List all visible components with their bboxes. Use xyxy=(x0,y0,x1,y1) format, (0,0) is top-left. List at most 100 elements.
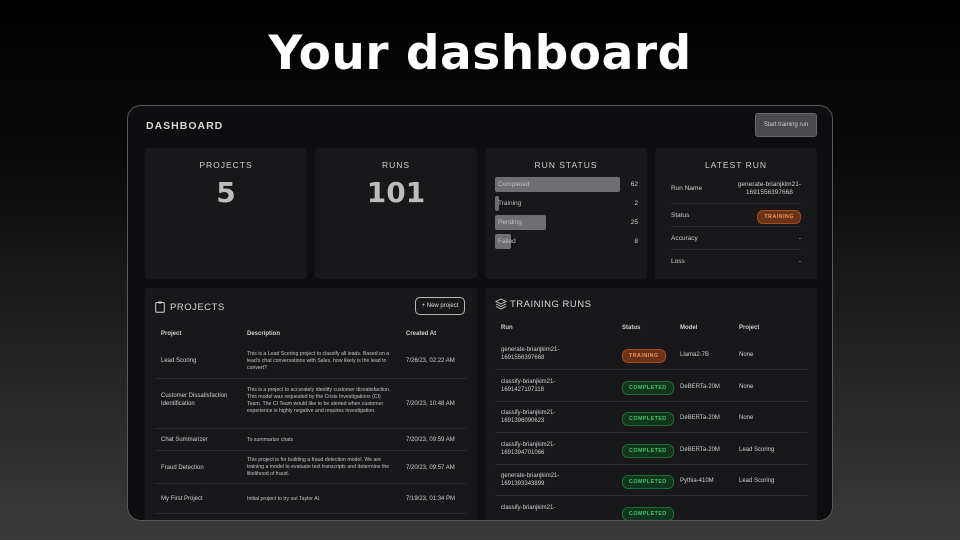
project-created-at: 7/20/23, 09:57 AM xyxy=(406,464,455,471)
runs-stat-label: RUNS xyxy=(381,160,411,170)
run-status-card: RUN STATUS Completed 62 Training 2 Pending 25… xyxy=(485,148,647,279)
project-created-at: 7/20/23, 09:59 AM xyxy=(406,437,455,443)
projects-card: PROJECTS + New project Project Descripti… xyxy=(145,288,477,520)
projects-stat-label: PROJECTS xyxy=(199,160,253,170)
project-created-at: 7/19/23, 01:34 PM xyxy=(406,496,456,502)
run-model: DeBERTa-20M xyxy=(680,415,720,421)
run-status-name: Failed xyxy=(498,238,516,245)
project-row[interactable]: Customer Dissatisfaction Identification T… xyxy=(155,379,467,429)
latest-run-name-key: Run Name xyxy=(671,185,703,192)
run-status-name: Pending xyxy=(498,219,522,226)
project-name: Chat Summarizer xyxy=(161,437,208,443)
run-status-title: RUN STATUS xyxy=(534,160,598,170)
project-created-at: 7/20/23, 10:48 AM xyxy=(406,401,455,407)
project-description: To summarize chats xyxy=(247,436,294,443)
run-status-row-failed: Failed 8 xyxy=(495,234,638,249)
run-status-badge: COMPLETED xyxy=(622,475,674,489)
runs-header-run: Run xyxy=(501,325,513,331)
run-status-name: Training xyxy=(498,200,522,207)
latest-run-loss-value: - xyxy=(798,258,801,265)
run-status-badge: TRAINING xyxy=(622,349,666,363)
latest-run-accuracy-value: - xyxy=(798,235,801,242)
run-name: classify-brianjkim21- 1691396090623 xyxy=(501,410,556,424)
run-model: Pythia-410M xyxy=(680,478,714,484)
latest-run-name-row: Run Name generate-brianjkim21- 169155639… xyxy=(671,176,801,204)
training-run-row[interactable]: classify-brianjkim21- COMPLETED xyxy=(495,497,807,520)
project-description: This is a project to accurately identify… xyxy=(247,386,391,414)
project-row[interactable]: Chat Summarizer To summarize chats 7/20/23… xyxy=(155,429,467,451)
run-status-count: 62 xyxy=(630,181,638,188)
run-project: None xyxy=(739,352,754,358)
start-training-run-button[interactable]: Start training run xyxy=(755,113,817,137)
latest-run-status-badge: TRAINING xyxy=(757,210,801,224)
run-name: generate-brianjkim21- 1691393343899 xyxy=(501,473,560,487)
runs-header-status: Status xyxy=(622,325,641,331)
run-model: DeBERTa-20M xyxy=(680,446,720,453)
run-name: classify-brianjkim21- 1691427107118 xyxy=(501,378,556,393)
projects-header-created: Created At xyxy=(406,331,437,337)
run-status-row-pending: Pending 25 xyxy=(495,215,638,230)
projects-header-description: Description xyxy=(247,331,281,337)
training-run-row[interactable]: generate-brianjkim21- 1691393343899 COMPL… xyxy=(495,465,807,496)
project-name: My First Project xyxy=(161,496,203,502)
latest-run-status-row: Status TRAINING xyxy=(671,204,801,227)
training-run-row[interactable]: generate-brianjkim21- 1691556397668 TRAIN… xyxy=(495,339,807,370)
project-name: Fraud Detection xyxy=(161,464,204,471)
latest-run-card: LATEST RUN Run Name generate-brianjkim21… xyxy=(655,148,817,279)
projects-header-project: Project xyxy=(161,331,182,337)
run-status-count: 2 xyxy=(634,200,638,207)
run-status-row-completed: Completed 62 xyxy=(495,177,638,192)
project-description: This is a Lead Scoring project to classi… xyxy=(247,350,390,371)
run-project: None xyxy=(739,383,754,390)
page-headline: Your dashboard xyxy=(268,26,692,81)
run-status-count: 8 xyxy=(634,238,638,245)
run-project: None xyxy=(739,415,754,421)
project-name: Customer Dissatisfaction Identification xyxy=(161,393,228,407)
training-run-row[interactable]: classify-brianjkim21- 1691396090623 COMPL… xyxy=(495,402,807,433)
run-status-badge: COMPLETED xyxy=(622,443,674,458)
project-description: This project is for building a fraud det… xyxy=(247,457,390,477)
latest-run-accuracy-row: Accuracy - xyxy=(671,227,801,250)
projects-stat-card: PROJECTS 5 xyxy=(145,148,307,279)
runs-header-project: Project xyxy=(739,325,760,331)
project-row[interactable]: My First Project Initial project to try o… xyxy=(155,484,467,514)
training-run-row[interactable]: classify-brianjkim21- 1691394701066 COMPL… xyxy=(495,434,807,465)
project-description: Initial project to try out Taylor AI. xyxy=(247,495,321,502)
run-project: Lead Scoring xyxy=(739,446,775,453)
dashboard-window: DASHBOARD Start training run PROJECTS 5 … xyxy=(127,105,833,521)
run-name: generate-brianjkim21- 1691556397668 xyxy=(501,347,560,361)
run-status-badge: COMPLETED xyxy=(622,506,674,520)
run-status-badge: COMPLETED xyxy=(622,412,674,426)
latest-run-status-key: Status xyxy=(671,212,690,219)
latest-run-loss-key: Loss xyxy=(671,258,685,265)
project-row[interactable]: Lead Scoring This is a Lead Scoring proje… xyxy=(155,343,467,379)
run-status-count: 25 xyxy=(630,219,638,226)
project-row[interactable]: Fraud Detection This project is for build… xyxy=(155,451,467,484)
latest-run-loss-row: Loss - xyxy=(671,250,801,273)
layers-icon xyxy=(494,297,508,315)
projects-title: PROJECTS xyxy=(170,302,225,313)
run-project: Lead Scoring xyxy=(739,478,775,484)
latest-run-accuracy-key: Accuracy xyxy=(671,235,698,242)
run-status-badge: COMPLETED xyxy=(622,380,674,395)
latest-run-title: LATEST RUN xyxy=(704,160,768,170)
run-name: classify-brianjkim21- 1691394701066 xyxy=(501,441,556,456)
run-status-name: Completed xyxy=(498,181,530,188)
runs-stat-card: RUNS 101 xyxy=(315,148,477,279)
run-name: classify-brianjkim21- xyxy=(501,504,556,511)
latest-run-name-value: generate-brianjkim21- 1691556397668 xyxy=(737,181,801,196)
runs-header-model: Model xyxy=(680,325,698,331)
training-runs-card: TRAINING RUNS Run Status Model Project g… xyxy=(485,288,817,520)
training-run-row[interactable]: classify-brianjkim21- 1691427107118 COMPL… xyxy=(495,371,807,402)
dashboard-title: DASHBOARD xyxy=(146,120,224,132)
project-created-at: 7/26/23, 02:22 AM xyxy=(406,358,455,364)
clipboard-icon xyxy=(155,300,165,318)
new-project-button[interactable]: + New project xyxy=(415,297,465,315)
runs-stat-value: 101 xyxy=(366,176,426,209)
project-name: Lead Scoring xyxy=(161,358,197,364)
training-runs-title: TRAINING RUNS xyxy=(510,299,592,310)
run-model: DeBERTa-20M xyxy=(680,383,720,390)
run-model: Llama2-7B xyxy=(680,352,710,358)
run-status-row-training: Training 2 xyxy=(495,196,638,211)
projects-stat-value: 5 xyxy=(216,176,236,209)
